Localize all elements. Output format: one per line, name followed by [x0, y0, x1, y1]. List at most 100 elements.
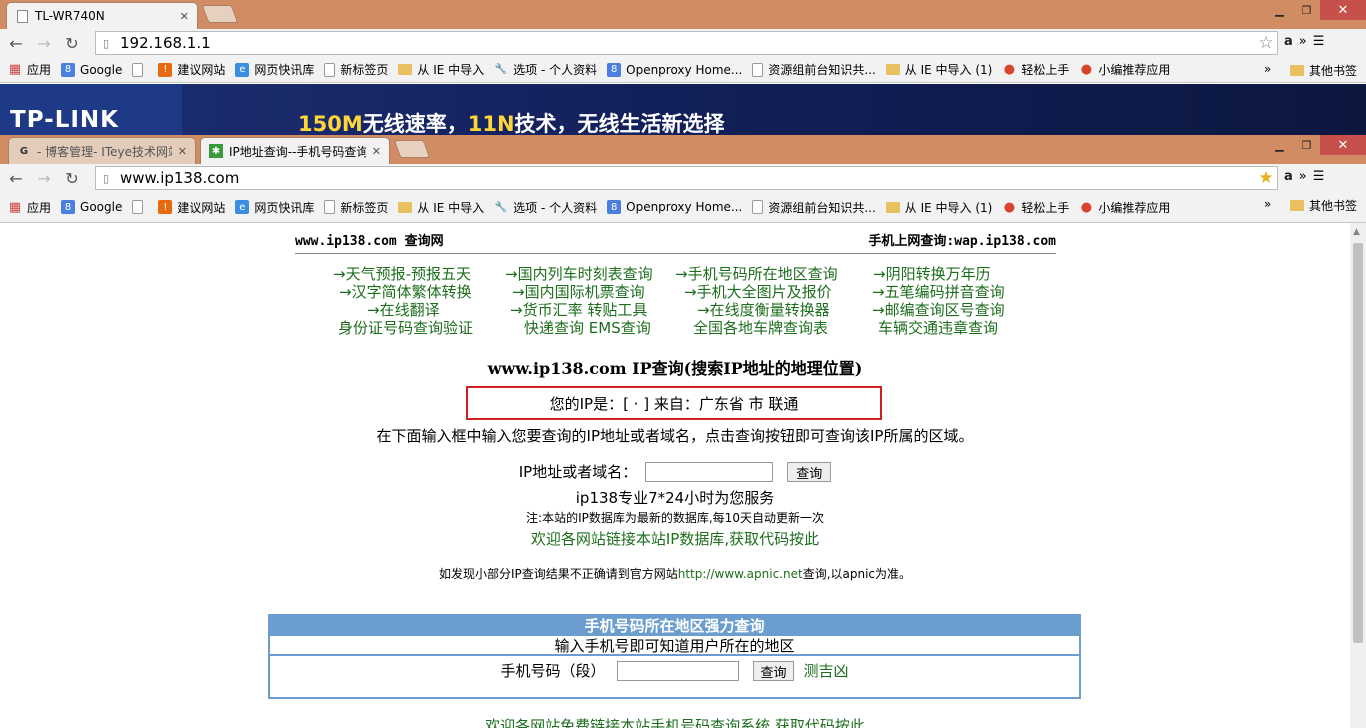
menu-icon[interactable]: ☰ — [1313, 34, 1325, 49]
tab-blog[interactable]: G - 博客管理- ITeye技术网站 ✕ — [8, 137, 196, 164]
window1-toolbar: ← → ↻ ▯ 192.168.1.1 ☆ a » ☰ — [0, 29, 1366, 57]
bookmark-item[interactable]: ● 轻松上手 — [1002, 199, 1070, 216]
chrome-icon: ● — [1080, 199, 1093, 215]
google-icon: 8 — [61, 200, 76, 214]
back-icon[interactable]: ← — [4, 169, 28, 188]
ip-result-box: 您的IP是：[ · ] 来自：广东省 市 联通 — [466, 386, 882, 420]
bookmark-item[interactable]: ! 建议网站 — [158, 61, 225, 78]
bookmark-item[interactable]: 🔧 选项 - 个人资料 — [494, 199, 597, 216]
bookmark-item[interactable]: 8 Google — [61, 200, 122, 214]
maximize-icon[interactable]: ❐ — [1293, 0, 1320, 20]
footer-link[interactable]: 欢迎各网站免费链接本站手机号码查询系统,获取代码按此 — [0, 715, 1350, 728]
page-scrollbar[interactable]: ▲ — [1350, 223, 1366, 728]
close-icon[interactable]: ✕ — [178, 145, 187, 158]
bookmarks-more-icon[interactable]: » — [1264, 62, 1271, 76]
forward-icon[interactable]: → — [32, 34, 56, 53]
bookmark-item[interactable] — [132, 62, 148, 77]
scroll-up-icon[interactable]: ▲ — [1353, 227, 1360, 237]
bookmark-item[interactable]: 从 IE 中导入 (1) — [885, 199, 992, 216]
google-icon: 8 — [61, 62, 76, 77]
window2-toolbar: ← → ↻ ▯ www.ip138.com ★ a » ☰ — [0, 164, 1366, 192]
minimize-icon[interactable]: ▁ — [1266, 135, 1293, 155]
bookmark-item[interactable]: 从 IE 中导入 (1) — [885, 61, 992, 78]
link-express[interactable]: 快递查询 EMS查询 — [524, 317, 651, 338]
bookmark-item[interactable] — [132, 200, 148, 214]
bookmark-item[interactable]: ● 小编推荐应用 — [1079, 199, 1171, 216]
close-icon[interactable]: ✕ — [180, 10, 189, 23]
bookmark-item[interactable]: 新标签页 — [324, 61, 388, 78]
ip-query-button[interactable]: 查询 — [787, 461, 832, 482]
bookmark-item[interactable]: 新标签页 — [324, 199, 388, 216]
bookmark-item[interactable]: 从 IE 中导入 — [398, 199, 484, 216]
mobile-query-button[interactable]: 查询 — [753, 660, 794, 681]
link-license-plate[interactable]: 全国各地车牌查询表 — [693, 317, 828, 338]
page-icon — [324, 200, 336, 214]
bookmark-item[interactable]: 8 Google — [61, 62, 123, 77]
bookmark-item[interactable]: 从 IE 中导入 — [398, 61, 484, 78]
address-bar[interactable]: ▯ www.ip138.com ★ — [95, 166, 1278, 190]
bookmark-label: Google — [80, 62, 123, 77]
bookmark-item[interactable]: 资源组前台知识共... — [752, 61, 876, 78]
url-text: 192.168.1.1 — [120, 34, 211, 52]
bookmark-item[interactable]: 资源组前台知识共... — [752, 199, 876, 216]
ip-input[interactable] — [645, 461, 774, 482]
address-bar[interactable]: ▯ 192.168.1.1 ☆ — [95, 31, 1278, 55]
apnic-link[interactable]: http://www.apnic.net — [678, 567, 803, 581]
page-icon — [324, 62, 336, 77]
amazon-icon[interactable]: a — [1284, 169, 1293, 184]
close-window-icon[interactable]: ✕ — [1320, 0, 1366, 20]
bookmark-item[interactable]: e 网页快讯库 — [235, 199, 314, 216]
amazon-icon[interactable]: a — [1284, 34, 1293, 49]
database-link[interactable]: 欢迎各网站链接本站IP数据库,获取代码按此 — [0, 528, 1350, 549]
apnic-text-a: 如发现小部分IP查询结果不正确请到官方网站 — [438, 567, 678, 581]
bookmark-item[interactable]: ▦ 应用 — [8, 61, 51, 78]
slogan-part: 技术，无线生活新选择 — [514, 112, 725, 135]
tab-ip138[interactable]: ✱ IP地址查询--手机号码查询归属地 ✕ — [200, 137, 390, 164]
menu-icon[interactable]: ☰ — [1313, 169, 1325, 184]
mobile-input[interactable] — [617, 660, 740, 681]
window1-titlebar: TL-WR740N ✕ ▁ ❐ ✕ — [0, 0, 1366, 29]
bookmark-label: 资源组前台知识共... — [768, 63, 876, 77]
bookmark-item[interactable]: e 网页快讯库 — [235, 61, 314, 78]
reload-icon[interactable]: ↻ — [60, 169, 84, 188]
bookmark-item[interactable]: ● 小编推荐应用 — [1079, 61, 1171, 78]
new-tab-button[interactable] — [393, 140, 431, 158]
link-idcard[interactable]: 身份证号码查询验证 — [338, 317, 473, 338]
link-traffic[interactable]: 车辆交通违章查询 — [878, 317, 998, 338]
bookmarks-more-icon[interactable]: » — [1264, 197, 1271, 211]
other-bookmarks[interactable]: 其他书签 — [1290, 62, 1357, 79]
bookmark-item[interactable]: ● 轻松上手 — [1002, 61, 1070, 78]
back-icon[interactable]: ← — [4, 34, 28, 53]
scroll-thumb[interactable] — [1353, 243, 1363, 643]
bookmark-item[interactable]: ! 建议网站 — [158, 199, 225, 216]
mobile-input-label: 手机号码（段） — [500, 662, 606, 680]
tab-label: IP地址查询--手机号码查询归属地 — [229, 144, 366, 159]
mobile-query-title: 手机号码所在地区强力查询 — [270, 616, 1079, 636]
minimize-icon[interactable]: ▁ — [1266, 0, 1293, 20]
wap-link[interactable]: 手机上网查询:wap.ip138.com — [868, 230, 1056, 249]
other-bookmarks[interactable]: 其他书签 — [1290, 197, 1357, 214]
site-name[interactable]: www.ip138.com 查询网 — [295, 230, 444, 249]
bookmark-item[interactable]: 8 Openproxy Home... — [607, 200, 742, 214]
fortune-link[interactable]: 测吉凶 — [804, 660, 849, 681]
star-icon[interactable]: ☆ — [1255, 33, 1277, 53]
reload-icon[interactable]: ↻ — [60, 34, 84, 53]
page-icon — [752, 62, 764, 77]
bookmark-label: 其他书签 — [1309, 199, 1358, 213]
chrome-icon: ● — [1003, 62, 1016, 77]
url-text: www.ip138.com — [120, 169, 240, 187]
close-icon[interactable]: ✕ — [372, 145, 381, 158]
maximize-icon[interactable]: ❐ — [1293, 135, 1320, 155]
page-icon: ▯ — [102, 171, 110, 185]
more-icon[interactable]: » — [1299, 169, 1307, 184]
bookmark-item[interactable]: ▦ 应用 — [8, 199, 51, 216]
forward-icon[interactable]: → — [32, 169, 56, 188]
star-icon[interactable]: ★ — [1255, 168, 1277, 188]
close-window-icon[interactable]: ✕ — [1320, 135, 1366, 155]
window1-tab[interactable]: TL-WR740N ✕ — [6, 2, 198, 29]
more-icon[interactable]: » — [1299, 34, 1307, 49]
bookmark-item[interactable]: 🔧 选项 - 个人资料 — [494, 61, 597, 78]
bookmark-item[interactable]: 8 Openproxy Home... — [607, 62, 742, 77]
new-tab-button[interactable] — [201, 5, 239, 23]
bookmark-label: 资源组前台知识共... — [768, 200, 876, 215]
